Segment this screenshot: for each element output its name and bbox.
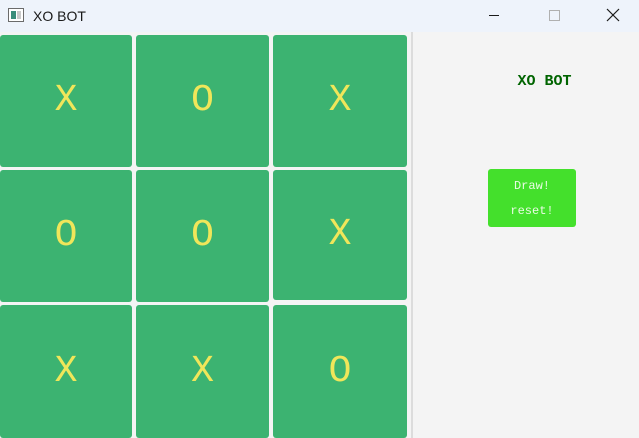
maximize-button[interactable] [531, 0, 577, 32]
board-cell-7[interactable]: X [0, 305, 132, 438]
board-cell-6[interactable]: X [273, 170, 407, 300]
cell-mark: X [54, 79, 78, 122]
cell-mark: X [54, 349, 78, 393]
board-cell-1[interactable]: X [0, 35, 132, 167]
cell-mark: O [54, 214, 78, 257]
reset-button[interactable]: Draw! reset! [488, 169, 576, 227]
app-window: XO BOT X O X O O X X X O XO BOT Draw! re… [0, 0, 639, 438]
maximize-icon [549, 10, 560, 21]
game-board: X O X O O X X X O [0, 32, 411, 438]
board-cell-2[interactable]: O [136, 35, 269, 167]
panel-title: XO BOT [517, 73, 572, 90]
board-cell-4[interactable]: O [0, 170, 132, 302]
cell-mark: O [328, 349, 352, 393]
close-icon [606, 8, 620, 22]
cell-mark: X [328, 213, 352, 256]
board-cell-9[interactable]: O [273, 305, 407, 438]
cell-mark: O [191, 79, 214, 122]
board-cell-8[interactable]: X [136, 305, 269, 438]
title-bar[interactable]: XO BOT [0, 0, 639, 32]
window-title: XO BOT [33, 8, 86, 24]
close-button[interactable] [590, 0, 636, 32]
game-status-text: Draw! [513, 179, 550, 193]
cell-mark: O [191, 214, 214, 257]
minimize-button[interactable] [471, 0, 517, 32]
board-cell-5[interactable]: O [136, 170, 269, 302]
side-panel: XO BOT Draw! reset! [413, 32, 639, 438]
board-cell-3[interactable]: X [273, 35, 407, 167]
minimize-icon [489, 15, 499, 16]
cell-mark: X [328, 79, 352, 122]
app-window-icon [8, 8, 24, 22]
cell-mark: X [191, 349, 214, 393]
reset-label: reset! [510, 204, 554, 218]
